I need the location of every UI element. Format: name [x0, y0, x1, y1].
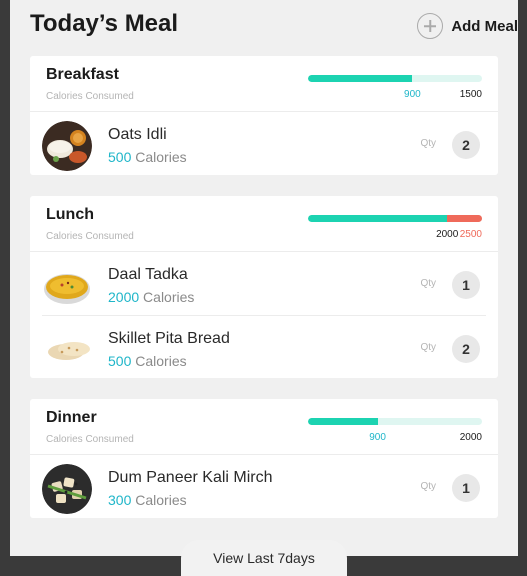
food-item[interactable]: Skillet Pita Bread 500 Calories Qty 2 [42, 315, 486, 378]
meal-card-dinner: Dinner Calories Consumed 900 2000 Dum Pa… [30, 399, 498, 518]
calorie-progress-bar [308, 418, 482, 425]
view-last-7days-button[interactable]: View Last 7days [181, 540, 347, 576]
oats-idli-food-image [42, 121, 92, 171]
daal-tadka-food-image [42, 261, 92, 311]
calories-target-value: 2000 [459, 432, 482, 443]
food-name: Skillet Pita Bread [108, 330, 230, 347]
calorie-value: 2000 [108, 289, 140, 305]
food-name: Dum Paneer Kali Mirch [108, 469, 273, 486]
food-calories: 2000 Calories [108, 289, 194, 305]
calorie-progress-fill [308, 75, 413, 82]
qty-label: Qty [420, 342, 436, 353]
food-item[interactable]: Dum Paneer Kali Mirch 300 Calories Qty 1 [30, 455, 498, 518]
add-meal-button[interactable]: Add Meal [417, 12, 518, 40]
pita-bread-food-image [44, 325, 94, 375]
calorie-unit: Calories [135, 353, 187, 369]
calorie-unit: Calories [143, 289, 195, 305]
qty-badge[interactable]: 2 [452, 131, 480, 159]
calorie-progress-fill [308, 418, 378, 425]
add-meal-label: Add Meal [451, 17, 518, 35]
calories-consumed-label: Calories Consumed [46, 91, 134, 102]
calories-consumed-value: 900 [369, 432, 386, 443]
calorie-progress-fill [308, 215, 448, 222]
qty-badge[interactable]: 1 [452, 474, 480, 502]
food-calories: 500 Calories [108, 353, 187, 369]
calorie-value: 500 [108, 353, 132, 369]
calorie-progress-bar [308, 215, 482, 222]
meal-name: Lunch [46, 206, 94, 223]
calorie-value: 500 [108, 149, 132, 165]
calorie-progress-bar [308, 75, 482, 82]
calories-consumed-value: 900 [404, 89, 421, 100]
calories-consumed-label: Calories Consumed [46, 231, 134, 242]
calorie-unit: Calories [135, 149, 187, 165]
qty-label: Qty [420, 138, 436, 149]
calories-consumed-value: 2000 [436, 229, 459, 240]
calorie-over-fill [447, 215, 482, 222]
food-name: Daal Tadka [108, 266, 188, 283]
calorie-unit: Calories [135, 492, 187, 508]
calories-consumed-label: Calories Consumed [46, 434, 134, 445]
page-title: Today’s Meal [30, 10, 179, 37]
food-calories: 500 Calories [108, 149, 187, 165]
app-screen: Today’s Meal Add Meal Breakfast Calories… [10, 0, 518, 556]
header: Today’s Meal Add Meal [30, 6, 518, 46]
qty-label: Qty [420, 278, 436, 289]
meal-card-breakfast: Breakfast Calories Consumed 900 1500 Oat… [30, 56, 498, 175]
qty-label: Qty [420, 481, 436, 492]
meal-card-lunch: Lunch Calories Consumed 2000 2500 Daal T… [30, 196, 498, 378]
plus-circle-icon[interactable] [417, 13, 444, 39]
calorie-value: 300 [108, 492, 132, 508]
meal-name: Dinner [46, 409, 97, 426]
meal-name: Breakfast [46, 66, 119, 83]
dum-paneer-food-image [42, 464, 92, 514]
qty-badge[interactable]: 1 [452, 271, 480, 299]
calories-target-value: 2500 [459, 229, 482, 240]
food-calories: 300 Calories [108, 492, 187, 508]
meal-card-header: Lunch Calories Consumed 2000 2500 [30, 196, 498, 252]
meal-card-header: Breakfast Calories Consumed 900 1500 [30, 56, 498, 112]
qty-badge[interactable]: 2 [452, 335, 480, 363]
calories-target-value: 1500 [459, 89, 482, 100]
meal-card-header: Dinner Calories Consumed 900 2000 [30, 399, 498, 455]
food-name: Oats Idli [108, 126, 167, 143]
food-item[interactable]: Oats Idli 500 Calories Qty 2 [30, 112, 498, 175]
food-item[interactable]: Daal Tadka 2000 Calories Qty 1 [30, 252, 498, 315]
